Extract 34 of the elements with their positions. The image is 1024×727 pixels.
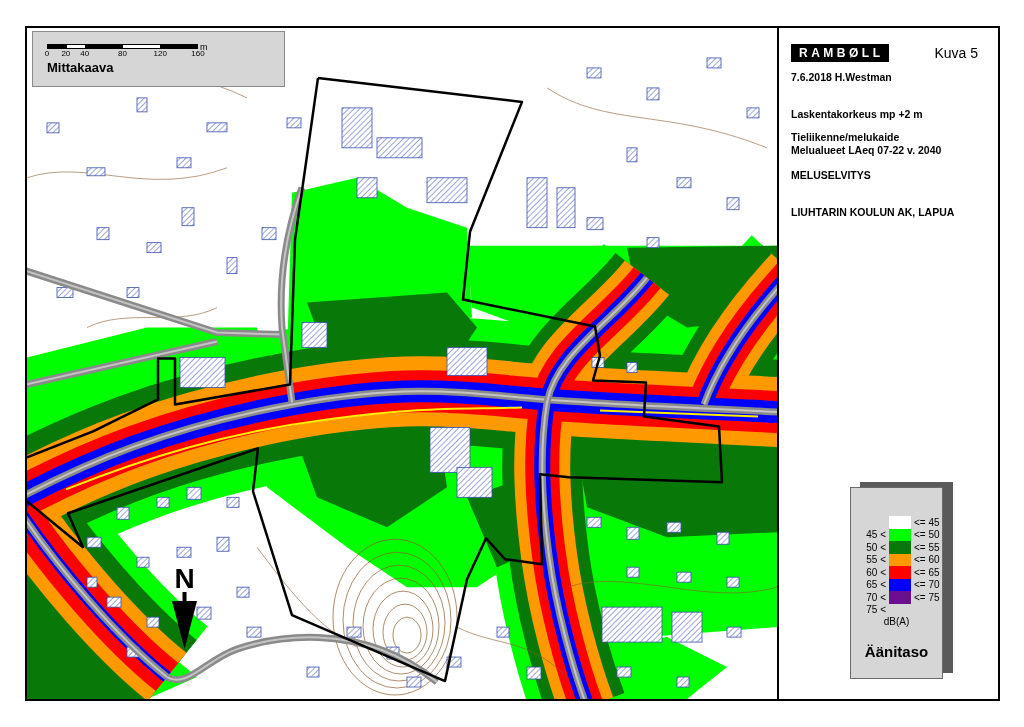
range-label: 60 <: [866, 566, 886, 578]
north-label: N: [174, 565, 195, 592]
range-label: 70 <: [866, 591, 886, 603]
scale-tick-label: 0: [44, 49, 50, 58]
scale-title: Mittakaava: [47, 61, 114, 75]
range-label: <= 70: [914, 579, 940, 591]
range-label: 65 <: [866, 579, 886, 591]
range-label: <= 75: [914, 591, 940, 603]
unit-label: m: [200, 42, 208, 52]
range-label: 75 <: [866, 604, 886, 616]
project-title: LIUHTARIN KOULUN AK, LAPUA: [791, 206, 955, 219]
range-label: <= 50: [914, 529, 940, 541]
range-label: <= 60: [914, 554, 940, 566]
scale-tick-label: 160: [191, 49, 205, 58]
range-label: <= 55: [914, 541, 940, 553]
scale-tick-label: 120: [153, 49, 167, 58]
scale-tick-label: 20: [61, 49, 71, 58]
company-logo: RAMBØLL: [791, 44, 889, 62]
scale-tick-label: 40: [80, 49, 90, 58]
scale-tick-label: 80: [118, 49, 127, 58]
description-text: Tieliikenne/melukaide: [791, 131, 900, 144]
figure-number: Kuva 5: [934, 45, 979, 61]
legend-title: Äänitaso: [864, 642, 929, 662]
range-label: 45 <: [866, 529, 886, 541]
range-label: 55 <: [866, 554, 886, 566]
calculation-height-text: Laskentakorkeus mp +2 m: [791, 108, 923, 121]
range-label: <= 65: [914, 566, 940, 578]
date-author-text: 7.6.2018 H.Westman: [791, 71, 892, 84]
north-arrow-icon: [172, 592, 197, 649]
report-title: MELUSELVITYS: [791, 169, 871, 182]
range-label: <= 45: [914, 516, 940, 528]
unit-label: dB(A): [883, 616, 910, 627]
range-label: 50 <: [866, 541, 886, 553]
description-text: Melualueet LAeq 07-22 v. 2040: [791, 144, 942, 157]
